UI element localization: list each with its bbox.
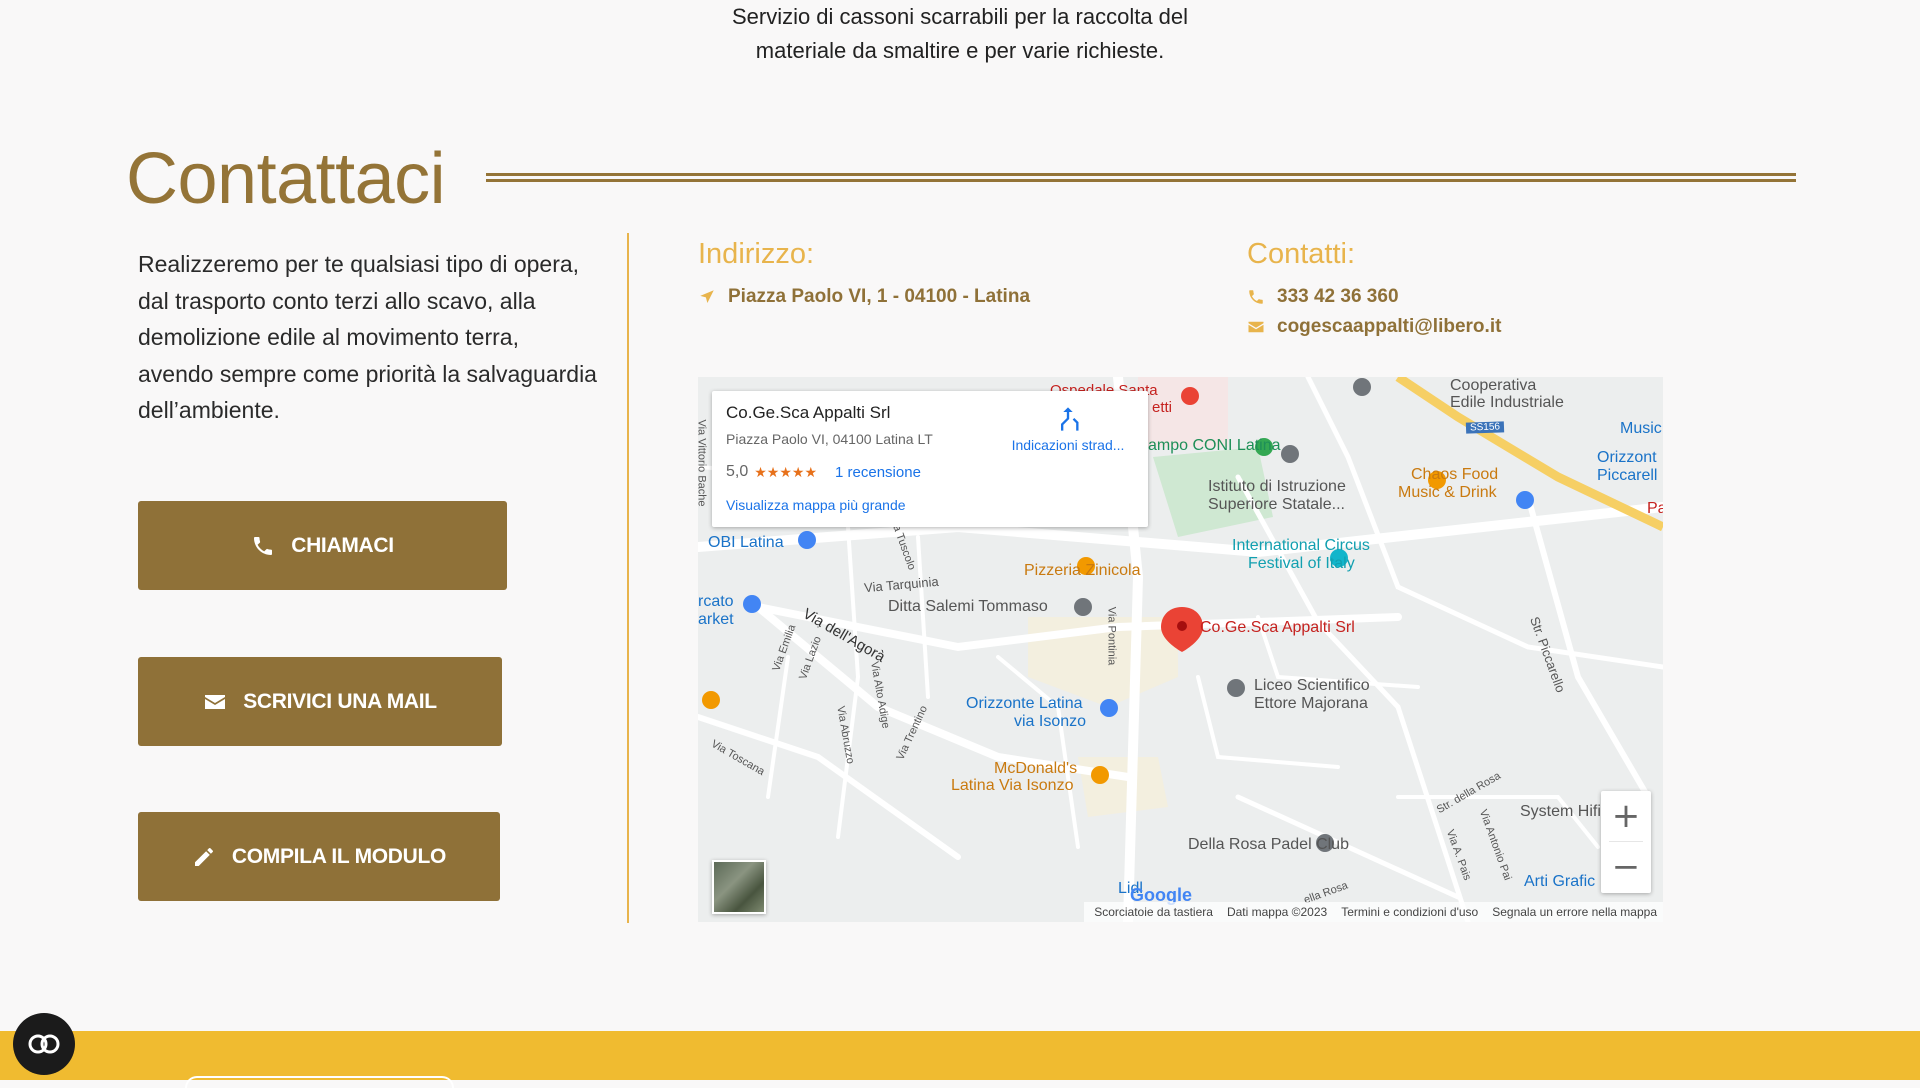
- map-label-music[interactable]: Music: [1620, 420, 1662, 438]
- map-label-cato-2[interactable]: arket: [698, 611, 734, 629]
- poi-marker: [798, 531, 816, 549]
- map-label-obi[interactable]: OBI Latina: [708, 534, 784, 552]
- larger-map-link[interactable]: Visualizza mappa più grande: [726, 497, 906, 513]
- phone-icon: [254, 536, 273, 555]
- map-label-orizzonte-2[interactable]: via Isonzo: [1014, 713, 1086, 731]
- map-label-mcdonalds-2[interactable]: Latina Via Isonzo: [951, 777, 1073, 795]
- email-button[interactable]: SCRIVICI UNA MAIL: [138, 657, 502, 746]
- place-rating: 5,0 ★★★★★ 1 recensione: [726, 463, 921, 481]
- map-label-pa[interactable]: Pa: [1647, 500, 1663, 518]
- place-name: Co.Ge.Sca Appalti Srl: [726, 403, 891, 422]
- place-address: Piazza Paolo VI, 04100 Latina LT: [726, 431, 933, 447]
- address-text: Piazza Paolo VI, 1 - 04100 - Latina: [728, 286, 1031, 307]
- footer-band: [0, 1031, 1920, 1080]
- map-attribution: Scorciatoie da tastiera Dati mappa ©2023…: [1084, 902, 1663, 922]
- place-info-card: Co.Ge.Sca Appalti Srl Piazza Paolo VI, 0…: [712, 391, 1148, 527]
- email-line[interactable]: cogescaappalti@libero.it: [1247, 316, 1501, 338]
- email-address: cogescaappalti@libero.it: [1277, 316, 1502, 337]
- phone-icon: [1249, 290, 1263, 304]
- street-vittorio: Via Vittorio Bache: [698, 419, 708, 507]
- call-button[interactable]: CHIAMACI: [138, 501, 507, 590]
- directions-button[interactable]: Indicazioni strad...: [1000, 405, 1136, 453]
- address-heading: Indirizzo:: [698, 238, 815, 270]
- form-button-label: COMPILA IL MODULO: [231, 844, 447, 868]
- intro-text: Servizio di cassoni scarrabili per la ra…: [700, 0, 1220, 68]
- report-error-link[interactable]: Segnala un errore nella mappa: [1492, 905, 1657, 919]
- zoom-controls: + −: [1601, 791, 1651, 893]
- map-label-circus-1[interactable]: International Circus: [1232, 537, 1370, 555]
- map-label-coop-1[interactable]: Cooperativa: [1450, 377, 1536, 395]
- map-label-liceo-1[interactable]: Liceo Scientifico: [1254, 677, 1370, 695]
- title-divider: [486, 173, 1796, 182]
- map-label-salemi[interactable]: Ditta Salemi Tommaso: [888, 598, 1048, 616]
- directions-icon: [1061, 407, 1079, 431]
- zoom-in-button[interactable]: +: [1601, 791, 1651, 841]
- map-label-pizzeria[interactable]: Pizzeria Zinicola: [1024, 562, 1140, 580]
- map-marker-label[interactable]: Co.Ge.Sca Appalti Srl: [1200, 619, 1355, 637]
- map-label-mcdonalds-1[interactable]: McDonald's: [994, 760, 1077, 778]
- call-button-label: CHIAMACI: [291, 533, 394, 557]
- accessibility-button[interactable]: [13, 1013, 75, 1075]
- lead-paragraph: Realizzeremo per te qualsiasi tipo di op…: [138, 251, 597, 423]
- envelope-icon: [205, 694, 226, 709]
- accessibility-icon: [28, 1034, 60, 1054]
- street-pontinia: Via Pontinia: [1105, 606, 1118, 666]
- form-button[interactable]: COMPILA IL MODULO: [138, 812, 500, 901]
- intro-line-2: materiale da smaltire e per varie richie…: [755, 38, 1165, 63]
- rating-value: 5,0: [726, 463, 749, 480]
- map-label-istituto-2[interactable]: Superiore Statale...: [1208, 496, 1345, 514]
- envelope-icon: [1248, 321, 1264, 333]
- map-label-chaos-2[interactable]: Music & Drink: [1398, 484, 1497, 502]
- google-map[interactable]: Co.Ge.Sca Appalti Srl OBI Latina rcato a…: [698, 377, 1663, 922]
- phone-number: 333 42 36 360: [1277, 286, 1399, 307]
- terms-link[interactable]: Termini e condizioni d'uso: [1341, 905, 1478, 919]
- reviews-link[interactable]: 1 recensione: [835, 464, 921, 481]
- phone-line[interactable]: 333 42 36 360: [1247, 286, 1399, 308]
- map-label-cato-1[interactable]: rcato: [698, 593, 734, 611]
- map-label-orizzont-1[interactable]: Orizzont: [1597, 449, 1657, 467]
- map-label-arti[interactable]: Arti Grafic: [1524, 873, 1595, 891]
- intro-line-1: Servizio di cassoni scarrabili per la ra…: [731, 4, 1189, 29]
- map-data-text: Dati mappa ©2023: [1226, 905, 1328, 919]
- map-label-ospedale-2[interactable]: etti: [1152, 399, 1172, 416]
- section-title: Contattaci: [126, 139, 446, 219]
- footer-logo-outline: [185, 1076, 454, 1088]
- map-label-orizzonte-1[interactable]: Orizzonte Latina: [966, 695, 1083, 713]
- location-arrow-icon: [700, 290, 714, 303]
- zoom-out-button[interactable]: −: [1601, 842, 1651, 892]
- address-line: Piazza Paolo VI, 1 - 04100 - Latina: [698, 286, 1030, 308]
- pencil-icon: [194, 847, 213, 866]
- rating-stars: ★★★★★: [754, 463, 818, 480]
- map-label-chaos-1[interactable]: Chaos Food: [1411, 466, 1498, 484]
- email-button-label: SCRIVICI UNA MAIL: [243, 689, 437, 713]
- directions-label: Indicazioni strad...: [1011, 437, 1125, 453]
- contacts-heading: Contatti:: [1247, 238, 1355, 270]
- map-label-istituto-1[interactable]: Istituto di Istruzione: [1208, 478, 1346, 496]
- map-label-coop-2[interactable]: Edile Industriale: [1450, 394, 1564, 412]
- map-label-liceo-2[interactable]: Ettore Majorana: [1254, 695, 1368, 713]
- map-label-della-rosa[interactable]: Della Rosa Padel Club: [1188, 836, 1349, 854]
- road-shield-ss156: SS156: [1465, 421, 1505, 434]
- keyboard-shortcuts-link[interactable]: Scorciatoie da tastiera: [1094, 905, 1213, 919]
- map-label-campo[interactable]: ampo CONI Latina: [1148, 437, 1281, 455]
- satellite-toggle[interactable]: [712, 860, 766, 914]
- column-divider: [627, 233, 629, 923]
- map-label-circus-2[interactable]: Festival of Italy: [1248, 555, 1355, 573]
- map-label-orizzont-2[interactable]: Piccarell: [1597, 467, 1657, 485]
